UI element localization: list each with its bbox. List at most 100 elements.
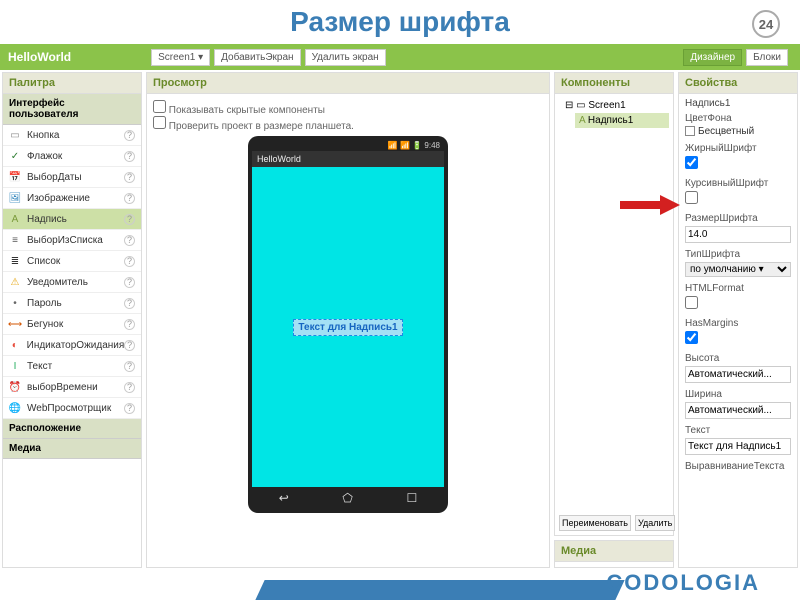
palette-item-4[interactable]: A Надпись? bbox=[3, 209, 141, 230]
tablet-preview-checkbox[interactable]: Проверить проект в размере планшета. bbox=[153, 116, 354, 132]
delete-screen-button[interactable]: Удалить экран bbox=[305, 49, 386, 66]
rename-button[interactable]: Переименовать bbox=[559, 515, 631, 531]
main-area: Палитра Интерфейс пользователя ▭Кнопка?✓… bbox=[0, 70, 800, 570]
add-screen-button[interactable]: ДобавитьЭкран bbox=[214, 49, 300, 66]
label-preview[interactable]: Текст для Надпись1 bbox=[293, 319, 402, 336]
fonttype-select[interactable]: по умолчанию ▾ bbox=[685, 262, 791, 277]
palette-item-9[interactable]: ⟷ Бегунок? bbox=[3, 314, 141, 335]
viewer-title: Просмотр bbox=[147, 73, 549, 94]
help-icon[interactable]: ? bbox=[124, 382, 135, 393]
footer-shape bbox=[255, 580, 624, 600]
designer-tab[interactable]: Дизайнер bbox=[683, 49, 742, 66]
palette-item-icon: ⚠ bbox=[9, 276, 21, 288]
help-icon[interactable]: ? bbox=[124, 403, 135, 414]
palette-item-label: Бегунок bbox=[27, 319, 124, 330]
blocks-tab[interactable]: Блоки bbox=[746, 49, 788, 66]
palette-item-label: ВыборИзСписка bbox=[27, 235, 124, 246]
palette-item-icon: ≡ bbox=[9, 234, 21, 246]
palette-panel: Палитра Интерфейс пользователя ▭Кнопка?✓… bbox=[2, 72, 142, 568]
back-icon: ↩ bbox=[279, 491, 289, 505]
palette-item-3[interactable]: 🖼 Изображение? bbox=[3, 188, 141, 209]
properties-title: Свойства bbox=[679, 73, 797, 94]
media-panel: Медиа bbox=[554, 540, 674, 568]
palette-item-label: выборВремени bbox=[27, 382, 124, 393]
slide-title: Размер шрифта bbox=[0, 0, 800, 44]
margins-label: HasMargins bbox=[685, 318, 791, 329]
help-icon[interactable]: ? bbox=[124, 193, 135, 204]
help-icon[interactable]: ? bbox=[124, 130, 135, 141]
palette-item-5[interactable]: ≡ ВыборИзСписка? bbox=[3, 230, 141, 251]
palette-item-6[interactable]: ≣ Список? bbox=[3, 251, 141, 272]
palette-item-label: Флажок bbox=[27, 151, 124, 162]
palette-item-label: Пароль bbox=[27, 298, 124, 309]
palette-item-label: ВыборДаты bbox=[27, 172, 124, 183]
home-icon: ⬠ bbox=[342, 491, 352, 505]
palette-item-12[interactable]: ⏰ выборВремени? bbox=[3, 377, 141, 398]
bgcolor-label: ЦветФона bbox=[685, 113, 791, 124]
palette-item-1[interactable]: ✓ Флажок? bbox=[3, 146, 141, 167]
help-icon[interactable]: ? bbox=[124, 256, 135, 267]
properties-panel: Свойства Надпись1 ЦветФона Бесцветный Жи… bbox=[678, 72, 798, 568]
palette-item-label: Текст bbox=[27, 361, 124, 372]
palette-item-icon: ◐ bbox=[9, 339, 21, 351]
text-input[interactable] bbox=[685, 438, 791, 455]
height-input[interactable] bbox=[685, 366, 791, 383]
palette-item-2[interactable]: 📅ВыборДаты? bbox=[3, 167, 141, 188]
margins-checkbox[interactable] bbox=[685, 331, 698, 344]
phone-screen[interactable]: Текст для Надпись1 bbox=[252, 167, 444, 487]
width-input[interactable] bbox=[685, 402, 791, 419]
html-checkbox[interactable] bbox=[685, 296, 698, 309]
align-label: ВыравниваниеТекста bbox=[685, 461, 791, 472]
help-icon[interactable]: ? bbox=[124, 151, 135, 162]
help-icon[interactable]: ? bbox=[124, 172, 135, 183]
palette-item-label: Надпись bbox=[27, 214, 124, 225]
phone-statusbar: 📶 📶 🔋 9:48 bbox=[252, 140, 444, 151]
viewer-panel: Просмотр Показывать скрытые компоненты П… bbox=[146, 72, 550, 568]
palette-item-8[interactable]: •Пароль? bbox=[3, 293, 141, 314]
palette-item-label: WebПросмотрщик bbox=[27, 403, 124, 414]
phone-navbar: ↩ ⬠ ☐ bbox=[252, 487, 444, 505]
tree-root[interactable]: ⊟ ▭ Screen1 bbox=[559, 98, 669, 113]
selected-component: Надпись1 bbox=[685, 98, 791, 109]
palette-item-11[interactable]: I Текст? bbox=[3, 356, 141, 377]
show-hidden-checkbox[interactable]: Показывать скрытые компоненты bbox=[153, 100, 354, 116]
palette-item-icon: ⏰ bbox=[9, 381, 21, 393]
palette-item-icon: ⟷ bbox=[9, 318, 21, 330]
help-icon[interactable]: ? bbox=[124, 277, 135, 288]
palette-cat-ui[interactable]: Интерфейс пользователя bbox=[3, 94, 141, 125]
help-icon[interactable]: ? bbox=[124, 319, 135, 330]
screen-dropdown[interactable]: Screen1 ▾ bbox=[151, 49, 210, 66]
help-icon[interactable]: ? bbox=[124, 340, 135, 351]
palette-item-7[interactable]: ⚠Уведомитель? bbox=[3, 272, 141, 293]
palette-cat-layout[interactable]: Расположение bbox=[3, 419, 141, 439]
tree-child-label[interactable]: A Надпись1 bbox=[575, 113, 669, 128]
fonttype-label: ТипШрифта bbox=[685, 249, 791, 260]
palette-item-label: Изображение bbox=[27, 193, 124, 204]
palette-item-icon: A bbox=[9, 213, 21, 225]
palette-item-label: Список bbox=[27, 256, 124, 267]
fontsize-input[interactable] bbox=[685, 226, 791, 243]
palette-cat-media[interactable]: Медиа bbox=[3, 439, 141, 459]
help-icon[interactable]: ? bbox=[124, 298, 135, 309]
palette-item-icon: ≣ bbox=[9, 255, 21, 267]
delete-button[interactable]: Удалить bbox=[635, 515, 675, 531]
palette-item-icon: 🖼 bbox=[9, 192, 21, 204]
help-icon[interactable]: ? bbox=[124, 361, 135, 372]
palette-item-icon: ✓ bbox=[9, 150, 21, 162]
phone-app-title: HelloWorld bbox=[252, 151, 444, 167]
bold-checkbox[interactable] bbox=[685, 156, 698, 169]
italic-label: КурсивныйШрифт bbox=[685, 178, 791, 189]
palette-title: Палитра bbox=[3, 73, 141, 94]
bgcolor-value[interactable]: Бесцветный bbox=[685, 126, 754, 137]
palette-item-10[interactable]: ◐ИндикаторОжидания? bbox=[3, 335, 141, 356]
palette-item-label: Кнопка bbox=[27, 130, 124, 141]
text-label: Текст bbox=[685, 425, 791, 436]
palette-item-0[interactable]: ▭Кнопка? bbox=[3, 125, 141, 146]
bold-label: ЖирныйШрифт bbox=[685, 143, 791, 154]
palette-item-icon: I bbox=[9, 360, 21, 372]
help-icon[interactable]: ? bbox=[124, 214, 135, 225]
palette-items: ▭Кнопка?✓Флажок?📅ВыборДаты?🖼Изображение?… bbox=[3, 125, 141, 419]
palette-item-13[interactable]: 🌐WebПросмотрщик? bbox=[3, 398, 141, 419]
italic-checkbox[interactable] bbox=[685, 191, 698, 204]
help-icon[interactable]: ? bbox=[124, 235, 135, 246]
